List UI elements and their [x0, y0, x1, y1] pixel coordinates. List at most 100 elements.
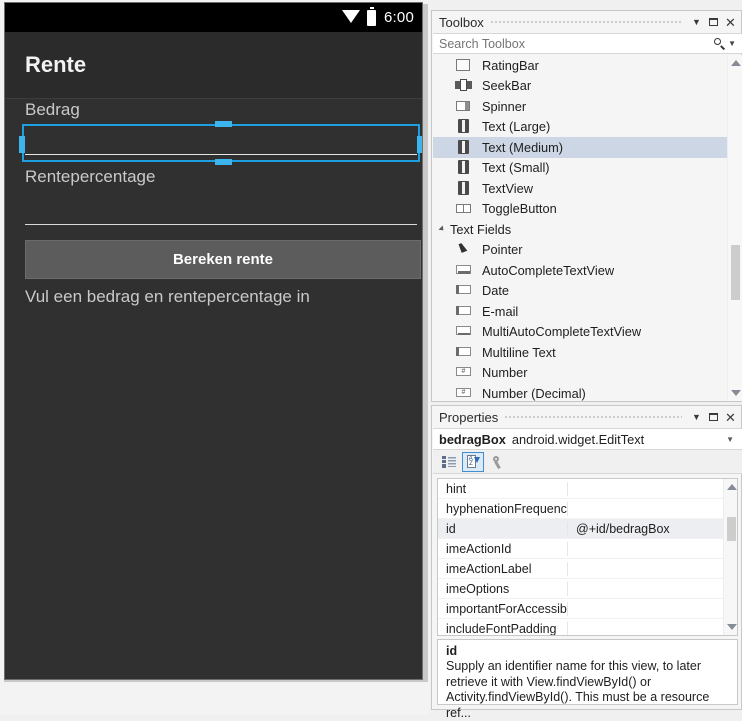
property-name: includeFontPadding: [438, 621, 568, 635]
toggle-icon: [455, 201, 472, 216]
property-row[interactable]: hyphenationFrequency: [438, 499, 737, 519]
toolbox-item-multiautocompletetextview[interactable]: MultiAutoCompleteTextView: [433, 322, 742, 343]
property-name: imeActionId: [438, 541, 568, 556]
properties-title: Properties: [439, 409, 499, 425]
scroll-down-arrow-icon[interactable]: [727, 624, 737, 630]
scroll-down-arrow-icon[interactable]: [731, 390, 741, 396]
toolbox-item-date[interactable]: Date: [433, 281, 742, 302]
toolbox-drag-grip[interactable]: [489, 11, 682, 33]
categorized-view-icon[interactable]: [438, 452, 460, 472]
properties-toolbar[interactable]: A Z: [433, 450, 742, 474]
close-icon[interactable]: ✕: [722, 14, 739, 31]
resize-handle-bottom[interactable]: [215, 159, 232, 165]
toolbox-group-text-fields[interactable]: Text Fields: [433, 219, 742, 240]
property-row[interactable]: imeActionId: [438, 539, 737, 559]
scroll-up-arrow-icon[interactable]: [727, 484, 737, 490]
toolbox-item-pointer[interactable]: Pointer: [433, 240, 742, 261]
toolbox-item-list[interactable]: RatingBar SeekBar Spinner Text (Large) Text …: [433, 55, 742, 401]
resize-handle-left[interactable]: [19, 136, 25, 153]
properties-scrollbar[interactable]: [723, 479, 737, 635]
toolbox-search-bar[interactable]: ▼: [433, 33, 742, 54]
toolbox-item-label: Date: [482, 283, 510, 299]
rentepercentage-edittext[interactable]: [25, 224, 417, 225]
property-row[interactable]: includeFontPadding: [438, 619, 737, 635]
wrench-icon[interactable]: [486, 452, 508, 472]
property-name: imeOptions: [438, 581, 568, 596]
number-icon: #: [455, 365, 472, 380]
chevron-down-icon[interactable]: ▼: [688, 409, 705, 426]
scrollbar-thumb[interactable]: [731, 245, 740, 300]
properties-header[interactable]: Properties ▼ ✕: [432, 406, 741, 428]
actv-icon: [455, 263, 472, 278]
scroll-up-arrow-icon[interactable]: [731, 60, 741, 66]
maximize-icon[interactable]: [705, 14, 722, 31]
toolbox-item-number-decimal[interactable]: # Number (Decimal): [433, 383, 742, 401]
properties-panel[interactable]: Properties ▼ ✕ bedragBox android.widget.…: [431, 405, 742, 720]
actv-icon: [455, 324, 472, 339]
property-row[interactable]: importantForAccessibi: [438, 599, 737, 619]
search-options-chevron-icon[interactable]: ▼: [728, 39, 736, 48]
maximize-icon[interactable]: [705, 409, 722, 426]
properties-drag-grip[interactable]: [504, 406, 682, 428]
toolbox-panel[interactable]: Toolbox ▼ ✕ ▼ RatingBar SeekBar Spinner Tex…: [431, 10, 742, 402]
toolbox-item-text-large[interactable]: Text (Large): [433, 117, 742, 138]
close-icon[interactable]: ✕: [722, 409, 739, 426]
scrollbar-thumb[interactable]: [727, 517, 736, 541]
toolbox-item-multiline-text[interactable]: Multiline Text: [433, 342, 742, 363]
label-bedrag: Bedrag: [25, 100, 80, 119]
toolbox-item-label: Multiline Text: [482, 344, 556, 360]
android-designer-preview[interactable]: 6:00 Rente Bedrag Rentepercentage Bereke…: [0, 0, 430, 715]
chevron-down-icon[interactable]: ▼: [726, 435, 734, 444]
toolbox-item-label: Pointer: [482, 242, 523, 258]
device-frame[interactable]: 6:00 Rente Bedrag Rentepercentage Bereke…: [4, 2, 423, 680]
property-name: importantForAccessibi: [438, 601, 568, 616]
property-description-title: id: [446, 644, 458, 658]
resize-handle-right[interactable]: [417, 136, 422, 153]
bedrag-edittext[interactable]: [22, 124, 420, 162]
android-status-bar: 6:00: [5, 3, 422, 32]
property-row[interactable]: hint: [438, 479, 737, 499]
layout-content-area[interactable]: Bedrag Rentepercentage Bereken rente Vul…: [5, 99, 422, 679]
toolbox-scrollbar[interactable]: [727, 55, 742, 401]
toolbox-item-seekbar[interactable]: SeekBar: [433, 76, 742, 97]
toolbox-header[interactable]: Toolbox ▼ ✕: [432, 11, 741, 33]
bereken-rente-button[interactable]: Bereken rente: [25, 240, 421, 279]
property-row[interactable]: imeOptions: [438, 579, 737, 599]
properties-grid[interactable]: hint hyphenationFrequency id @+id/bedragBox…: [437, 478, 738, 636]
toolbox-item-label: Spinner: [482, 98, 527, 114]
bedrag-edittext-selection[interactable]: [19, 121, 422, 165]
toolbox-item-text-small[interactable]: Text (Small): [433, 158, 742, 179]
property-name: imeActionLabel: [438, 561, 568, 576]
textfield-icon: [455, 345, 472, 360]
toolbox-item-e-mail[interactable]: E-mail: [433, 301, 742, 322]
search-input[interactable]: [433, 35, 714, 52]
toolbox-item-label: AutoCompleteTextView: [482, 262, 615, 278]
bedrag-edittext-underline: [25, 154, 417, 155]
property-name: hint: [438, 481, 568, 496]
object-selector[interactable]: bedragBox android.widget.EditText ▼: [433, 428, 742, 450]
toolbox-item-label: Number: [482, 365, 528, 381]
resize-handle-top[interactable]: [215, 121, 232, 127]
pointer-icon: [455, 242, 472, 257]
toolbox-item-textview[interactable]: TextView: [433, 178, 742, 199]
property-row[interactable]: id @+id/bedragBox: [438, 519, 737, 539]
toolbox-item-number[interactable]: # Number: [433, 363, 742, 384]
property-value[interactable]: @+id/bedragBox: [568, 522, 737, 536]
property-description-body: Supply an identifier name for this view,…: [446, 659, 710, 720]
battery-icon: [367, 7, 376, 26]
wifi-icon: [342, 10, 360, 23]
text-icon: [455, 139, 472, 155]
chevron-down-icon[interactable]: ▼: [688, 14, 705, 31]
toolbox-item-ratingbar[interactable]: RatingBar: [433, 55, 742, 76]
toolbox-item-label: TextView: [482, 180, 533, 196]
search-icon[interactable]: [713, 37, 726, 50]
property-row[interactable]: imeActionLabel: [438, 559, 737, 579]
property-name: id: [438, 521, 568, 536]
result-textview: Vul een bedrag en rentepercentage in: [25, 287, 310, 306]
toolbox-item-autocompletetextview[interactable]: AutoCompleteTextView: [433, 260, 742, 281]
toolbox-item-text-medium[interactable]: Text (Medium): [433, 137, 742, 158]
expander-icon[interactable]: [438, 225, 446, 233]
toolbox-item-spinner[interactable]: Spinner: [433, 96, 742, 117]
toolbox-item-togglebutton[interactable]: ToggleButton: [433, 199, 742, 220]
alphabetical-sort-icon[interactable]: A Z: [462, 451, 484, 472]
